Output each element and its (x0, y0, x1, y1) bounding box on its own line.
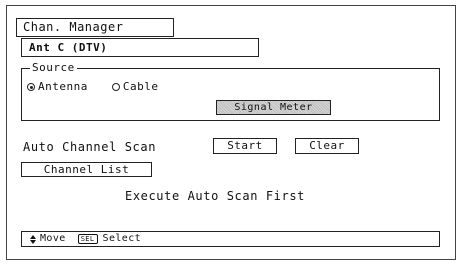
status-message: Execute Auto Scan First (125, 189, 305, 203)
help-bar: Move SEL Select (21, 231, 440, 247)
help-select-label: Select (102, 233, 142, 244)
clear-button[interactable]: Clear (295, 138, 359, 154)
up-down-arrow-icon (30, 234, 36, 244)
sel-key-icon: SEL (77, 234, 98, 244)
signal-meter-button[interactable]: Signal Meter (216, 100, 331, 115)
input-name-field[interactable]: Ant C (DTV) (21, 38, 259, 57)
source-group: Source Antenna Cable Signal Meter (21, 61, 440, 121)
help-move-label: Move (40, 233, 66, 244)
menu-title: Chan. Manager (16, 18, 174, 37)
radio-unselected-icon[interactable] (111, 83, 120, 91)
auto-channel-scan-label: Auto Channel Scan (23, 140, 157, 154)
channel-list-button[interactable]: Channel List (21, 162, 152, 177)
radio-antenna[interactable]: Antenna (27, 80, 88, 94)
start-button[interactable]: Start (213, 138, 277, 154)
source-radio-row: Antenna Cable (27, 80, 182, 94)
radio-cable-label: Cable (122, 80, 159, 93)
source-legend: Source (30, 61, 77, 75)
radio-antenna-label: Antenna (38, 80, 88, 93)
radio-selected-icon[interactable] (27, 83, 35, 91)
radio-cable[interactable]: Cable (111, 80, 159, 94)
